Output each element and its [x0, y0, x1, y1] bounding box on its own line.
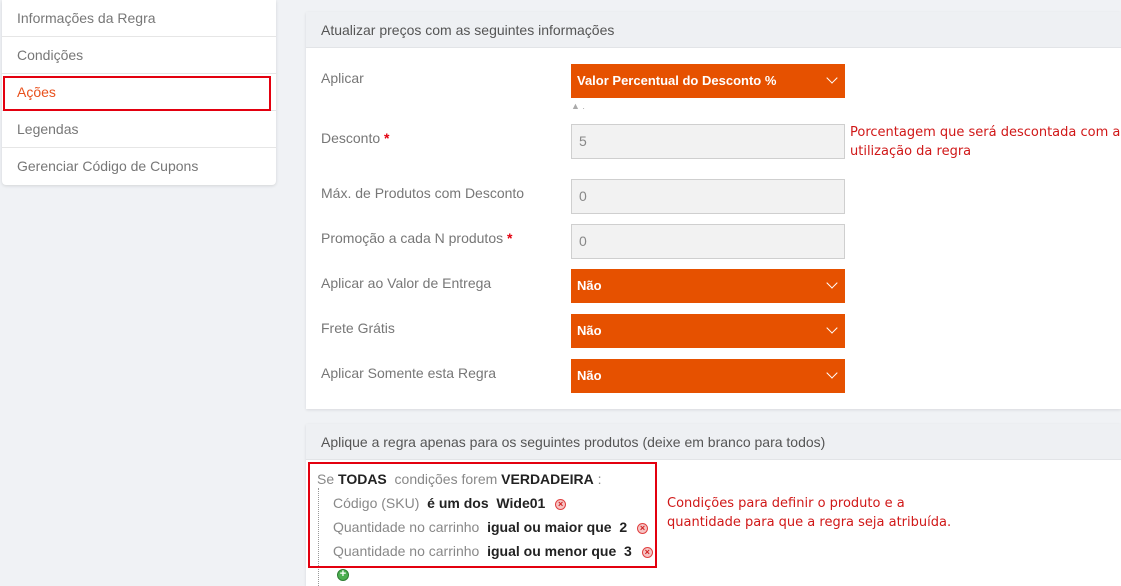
max-products-input[interactable]: 0	[571, 179, 845, 214]
chevron-down-icon	[826, 72, 838, 84]
discount-label: Desconto *	[321, 130, 390, 146]
required-marker: *	[507, 230, 513, 246]
apply-label: Aplicar	[321, 70, 364, 86]
required-marker: *	[384, 130, 390, 146]
max-products-label: Máx. de Produtos com Desconto	[321, 185, 525, 201]
value-select[interactable]: VERDADEIRA	[501, 471, 594, 487]
remove-x-icon[interactable]: ×	[637, 522, 649, 534]
free-shipping-label: Frete Grátis	[321, 320, 395, 336]
promo-n-input[interactable]: 0	[571, 224, 845, 259]
apply-select-value: Valor Percentual do Desconto %	[577, 73, 777, 88]
aggregator-select[interactable]: TODAS	[338, 471, 387, 487]
shipping-select-value: Não	[577, 278, 602, 293]
add-plus-icon[interactable]: +	[337, 569, 349, 581]
sidebar-item-informacoes[interactable]: Informações da Regra	[2, 0, 276, 37]
condition-head: Se TODAS condições forem VERDADEIRA :	[317, 471, 602, 487]
operator-select[interactable]: igual ou menor que	[487, 543, 616, 559]
shipping-select[interactable]: Não	[571, 269, 845, 303]
sidebar: Informações da Regra Condições Ações Leg…	[2, 0, 276, 185]
sidebar-item-cupons[interactable]: Gerenciar Código de Cupons	[2, 148, 276, 185]
only-rule-label: Aplicar Somente esta Regra	[321, 365, 497, 381]
condition-row: Quantidade no carrinho igual ou maior qu…	[333, 519, 649, 535]
apply-hint: ▲ .	[571, 101, 585, 111]
discount-input[interactable]: 5	[571, 124, 845, 159]
operator-select[interactable]: é um dos	[427, 495, 488, 511]
free-shipping-select[interactable]: Não	[571, 314, 845, 348]
condition-row: Código (SKU) é um dos Wide01 ×	[333, 495, 567, 511]
only-rule-select-value: Não	[577, 368, 602, 383]
panel-title: Atualizar preços com as seguintes inform…	[306, 12, 1121, 48]
chevron-down-icon	[826, 322, 838, 334]
operator-select[interactable]: igual ou maior que	[487, 519, 611, 535]
highlight-box	[3, 76, 271, 111]
value-input[interactable]: Wide01	[496, 495, 545, 511]
value-input[interactable]: 2	[619, 519, 627, 535]
only-rule-select[interactable]: Não	[571, 359, 845, 393]
conditions-note: Condições para definir o produto e a qua…	[667, 496, 952, 530]
sidebar-item-acoes[interactable]: Ações	[2, 74, 276, 111]
free-shipping-select-value: Não	[577, 323, 602, 338]
apply-select[interactable]: Valor Percentual do Desconto %	[571, 64, 845, 98]
discount-note: Porcentagem que será descontada com a ut…	[850, 125, 1121, 159]
promo-n-label: Promoção a cada N produtos *	[321, 230, 513, 246]
actions-panel: Atualizar preços com as seguintes inform…	[306, 12, 1121, 409]
condition-row: Quantidade no carrinho igual ou menor qu…	[333, 543, 653, 559]
remove-x-icon[interactable]: ×	[641, 546, 653, 558]
shipping-label: Aplicar ao Valor de Entrega	[321, 275, 492, 291]
remove-x-icon[interactable]: ×	[555, 498, 567, 510]
sidebar-item-legendas[interactable]: Legendas	[2, 111, 276, 148]
chevron-down-icon	[826, 367, 838, 379]
sidebar-item-condicoes[interactable]: Condições	[2, 37, 276, 74]
value-input[interactable]: 3	[624, 543, 632, 559]
panel-title: Aplique a regra apenas para os seguintes…	[306, 424, 1121, 460]
chevron-down-icon	[826, 277, 838, 289]
